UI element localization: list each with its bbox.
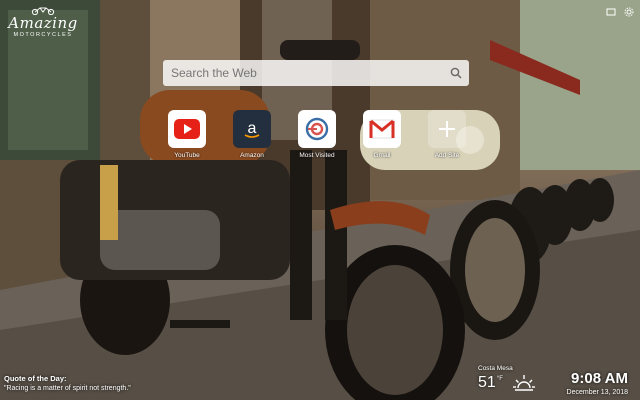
settings-gear-icon[interactable]: [624, 4, 634, 17]
tile-most-visited[interactable]: Most Visited: [295, 110, 339, 159]
gmail-icon: [363, 110, 401, 148]
brand-tagline: MOTORCYCLES: [13, 32, 73, 38]
tile-label: Most Visited: [299, 152, 335, 159]
svg-text:a: a: [248, 120, 257, 137]
tile-label: Gmail: [373, 152, 391, 159]
weather-city: Costa Mesa: [478, 365, 513, 372]
quote-of-the-day: Quote of the Day: "Racing is a matter of…: [4, 374, 131, 392]
search-input[interactable]: [163, 59, 443, 87]
clock-widget: 9:08 AM December 13, 2018: [567, 370, 628, 396]
weather-temp: 51: [478, 374, 496, 391]
weather-unit: °F: [496, 376, 503, 382]
tile-label: Add Site: [434, 152, 460, 159]
quote-text: "Racing is a matter of spirit not streng…: [4, 385, 131, 392]
amazon-icon: a: [233, 110, 271, 148]
tile-label: YouTube: [174, 152, 200, 159]
ticker-icon[interactable]: [606, 4, 616, 16]
search-bar: [163, 59, 469, 87]
brand-name: Amazing: [8, 14, 78, 32]
add-icon: [428, 110, 466, 148]
search-button[interactable]: [443, 60, 469, 86]
search-icon: [450, 67, 462, 79]
tile-add-site[interactable]: Add Site: [425, 110, 469, 159]
quote-title: Quote of the Day:: [4, 374, 67, 383]
clock-date: December 13, 2018: [566, 389, 628, 396]
weather-widget[interactable]: Costa Mesa 51 °F: [478, 365, 535, 392]
most-visited-icon: [298, 110, 336, 148]
tile-gmail[interactable]: Gmail: [360, 110, 404, 159]
quick-links: YouTube a Amazon Most Visited Gmail Add …: [165, 110, 490, 159]
tile-youtube[interactable]: YouTube: [165, 110, 209, 159]
sun-icon: [512, 375, 535, 391]
brand-logo[interactable]: Amazing MOTORCYCLES: [8, 6, 78, 38]
youtube-icon: [168, 110, 206, 148]
tile-amazon[interactable]: a Amazon: [230, 110, 274, 159]
top-right-controls: [606, 4, 634, 17]
clock-time: 9:08 AM: [571, 370, 628, 387]
tile-label: Amazon: [240, 152, 264, 159]
